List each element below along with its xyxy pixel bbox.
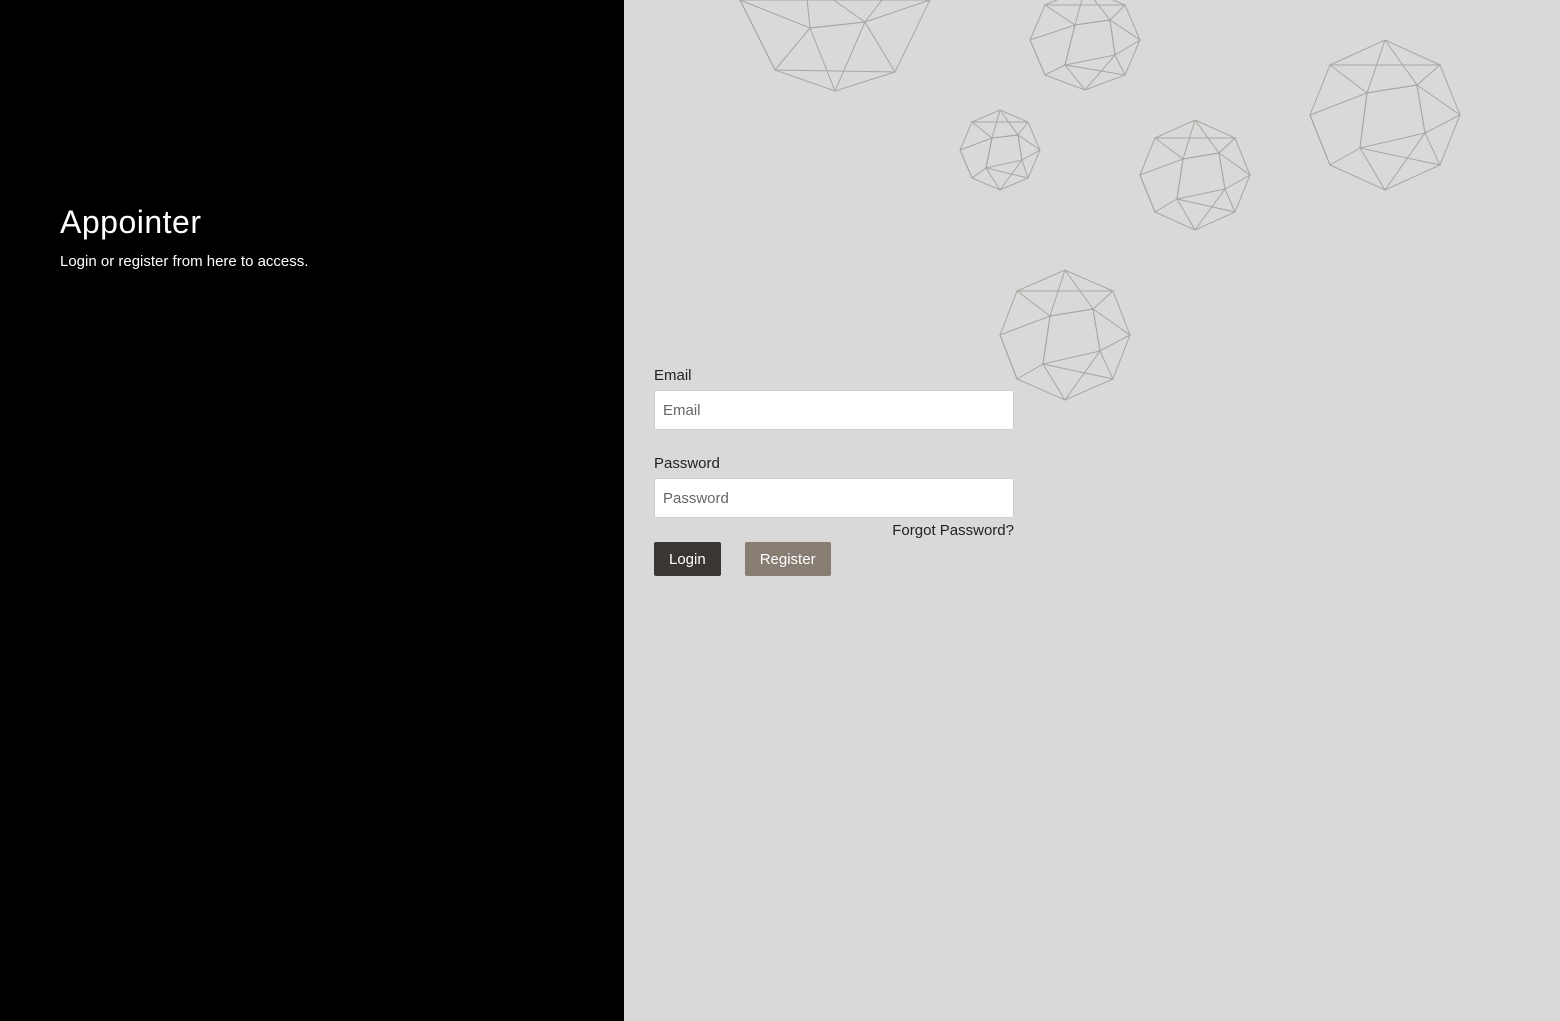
login-page: Appointer Login or register from here to… xyxy=(0,0,1560,1021)
email-label: Email xyxy=(654,367,692,384)
form-panel: Email Password Forgot Password? Login Re… xyxy=(624,0,1560,1021)
brand-panel: Appointer Login or register from here to… xyxy=(0,0,624,1021)
geodesic-sphere-icon xyxy=(738,0,931,93)
form-actions: Login Register xyxy=(654,542,1014,576)
geodesic-sphere-icon xyxy=(1309,39,1461,191)
login-button[interactable]: Login xyxy=(654,542,721,576)
register-button[interactable]: Register xyxy=(744,542,831,576)
app-title: Appointer xyxy=(60,204,202,240)
login-form: Email Password Forgot Password? Login Re… xyxy=(654,366,1014,576)
geodesic-sphere-icon xyxy=(1139,119,1251,231)
forgot-password-row: Forgot Password? xyxy=(654,521,1014,541)
geodesic-sphere-icon xyxy=(959,109,1041,191)
app-subtitle: Login or register from here to access. xyxy=(60,253,309,270)
geodesic-sphere-icon xyxy=(1029,0,1141,91)
geodesic-sphere-icon xyxy=(999,269,1131,401)
password-label: Password xyxy=(654,455,720,472)
email-field-group: Email xyxy=(654,366,1014,430)
password-field-group: Password xyxy=(654,454,1014,518)
forgot-password-link[interactable]: Forgot Password? xyxy=(892,522,1014,539)
email-field[interactable] xyxy=(654,390,1014,430)
password-field[interactable] xyxy=(654,478,1014,518)
